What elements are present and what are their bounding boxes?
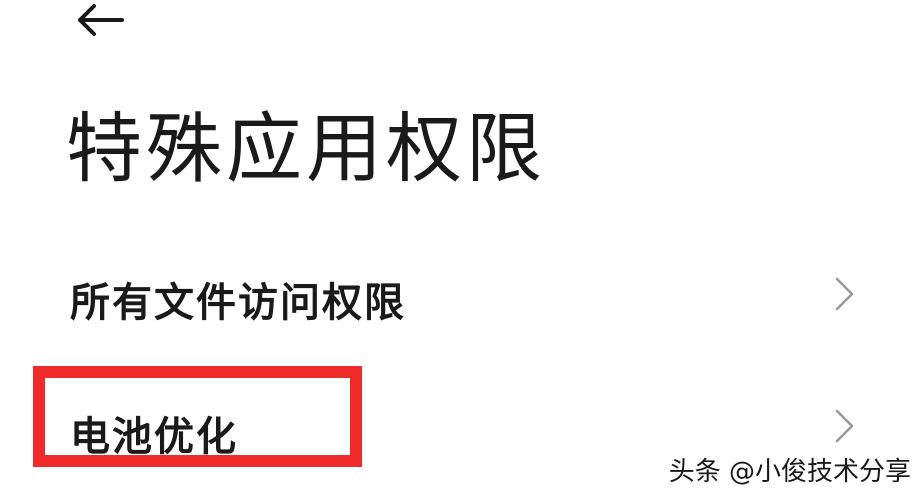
page-title: 特殊应用权限 [66,104,546,193]
list-item-label: 电池优化 [70,414,238,460]
chevron-right-icon [835,277,854,311]
arrow-left-icon [78,4,124,36]
back-button[interactable] [68,0,132,40]
list-item-label: 所有文件访问权限 [70,280,406,326]
watermark-text: 头条 @小俊技术分享 [668,457,911,487]
chevron-right-icon [835,409,854,443]
list-item-all-files-access[interactable]: 所有文件访问权限 [0,244,923,344]
special-app-permissions-screen: 特殊应用权限 所有文件访问权限 电池优化 头条 @小俊技术分享 [0,0,923,500]
